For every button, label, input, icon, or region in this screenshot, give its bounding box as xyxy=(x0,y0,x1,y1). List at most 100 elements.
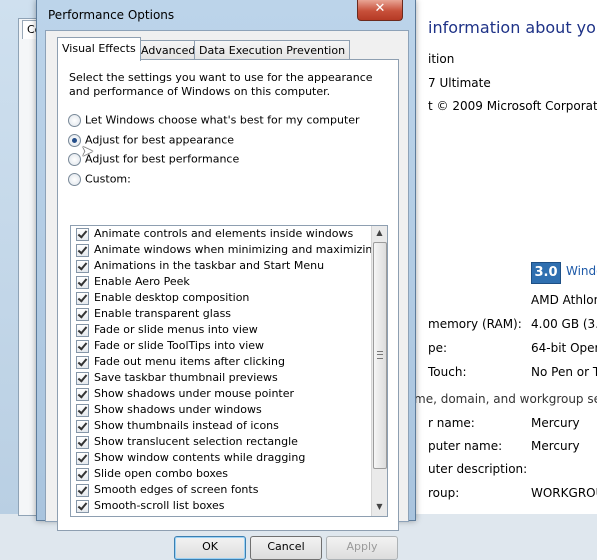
experience-index-link[interactable]: Windo xyxy=(566,264,597,278)
system-row-label: Touch: xyxy=(428,365,467,379)
effect-checkbox[interactable] xyxy=(76,435,89,449)
effect-checkbox[interactable] xyxy=(76,339,89,353)
effect-label: Animations in the taskbar and Start Menu xyxy=(94,259,325,272)
effect-list-item[interactable]: Show window contents while dragging xyxy=(71,450,387,466)
visual-effects-panel: Select the settings you want to use for … xyxy=(57,59,399,531)
scrollbar-thumb[interactable] xyxy=(373,242,387,469)
effect-label: Fade out menu items after clicking xyxy=(94,355,285,368)
effect-checkbox[interactable] xyxy=(76,451,89,465)
effect-list-item[interactable]: Animations in the taskbar and Start Menu xyxy=(71,258,387,274)
mouse-pointer-icon: ➤ xyxy=(81,142,94,160)
effect-checkbox[interactable] xyxy=(76,307,89,321)
effect-checkbox[interactable] xyxy=(76,419,89,433)
system-row-value: No Pen or To xyxy=(531,365,597,379)
effect-list-item[interactable]: Fade or slide ToolTips into view xyxy=(71,338,387,354)
system-row-value: AMD Athlon xyxy=(531,293,597,307)
effect-label: Enable Aero Peek xyxy=(94,275,190,288)
effect-list-item[interactable]: Animate controls and elements inside win… xyxy=(71,226,387,242)
effect-label: Enable desktop composition xyxy=(94,291,250,304)
system-info-heading: information about your xyxy=(428,18,597,37)
effect-list-item[interactable]: Smooth-scroll list boxes xyxy=(71,498,387,514)
effect-checkbox[interactable] xyxy=(76,243,89,257)
system-row-label: memory (RAM): xyxy=(428,317,522,331)
radio-button-selected[interactable] xyxy=(68,133,81,147)
effect-label: Smooth edges of screen fonts xyxy=(94,483,259,496)
radio-custom[interactable]: Custom: xyxy=(68,172,131,188)
radio-label: Custom: xyxy=(85,172,131,186)
radio-label: Adjust for best performance xyxy=(85,152,240,166)
effect-label: Show shadows under mouse pointer xyxy=(94,387,295,400)
experience-index-score[interactable]: 3.0 xyxy=(531,262,561,284)
effect-checkbox[interactable] xyxy=(76,483,89,497)
performance-options-dialog: Performance Options ✕ Visual Effects Adv… xyxy=(36,0,416,560)
effect-checkbox[interactable] xyxy=(76,387,89,401)
dialog-client-area: Visual Effects Advanced Data Execution P… xyxy=(45,30,409,560)
effect-list-item[interactable]: Show translucent selection rectangle xyxy=(71,434,387,450)
effect-checkbox[interactable] xyxy=(76,403,89,417)
effect-checkbox[interactable] xyxy=(76,259,89,273)
radio-label: Adjust for best appearance xyxy=(85,133,235,147)
effect-label: Animate windows when minimizing and maxi… xyxy=(94,243,380,256)
effect-checkbox[interactable] xyxy=(76,227,89,241)
computer-name-row-label: roup: xyxy=(428,486,460,500)
system-info-line: t © 2009 Microsoft Corporation xyxy=(428,99,597,113)
scroll-up-arrow-icon[interactable]: ▲ xyxy=(375,228,384,238)
effect-label: Slide open combo boxes xyxy=(94,467,229,480)
computer-name-row-value: Mercury xyxy=(531,416,580,430)
effect-checkbox[interactable] xyxy=(76,275,89,289)
grip-icon xyxy=(377,351,383,359)
list-scrollbar[interactable]: ▲ ▼ xyxy=(371,226,387,516)
effect-list-item[interactable]: Slide open combo boxes xyxy=(71,466,387,482)
effect-list-item[interactable]: Show thumbnails instead of icons xyxy=(71,418,387,434)
radio-let-windows-choose[interactable]: Let Windows choose what's best for my co… xyxy=(68,113,360,129)
effect-list-item[interactable]: Show shadows under mouse pointer xyxy=(71,386,387,402)
effect-label: Fade or slide ToolTips into view xyxy=(94,339,265,352)
visual-effects-list[interactable]: Animate controls and elements inside win… xyxy=(70,225,388,517)
system-info-panel: information about your ition 7 Ultimate t … xyxy=(410,0,597,514)
dialog-title: Performance Options xyxy=(48,8,175,22)
effect-list-item[interactable]: Show shadows under windows xyxy=(71,402,387,418)
system-info-line: ition xyxy=(428,52,455,66)
title-bar[interactable]: Performance Options ✕ xyxy=(37,0,415,30)
system-row-value: 4.00 GB (3.87 xyxy=(531,317,597,331)
effect-label: Animate controls and elements inside win… xyxy=(94,227,354,240)
tab-data-execution-prevention[interactable]: Data Execution Prevention xyxy=(194,40,351,60)
effect-list-item[interactable]: Enable Aero Peek xyxy=(71,274,387,290)
effect-list-item[interactable]: Save taskbar thumbnail previews xyxy=(71,370,387,386)
effect-checkbox[interactable] xyxy=(76,323,89,337)
effect-checkbox[interactable] xyxy=(76,291,89,305)
computer-name-section-heading: me, domain, and workgroup setti xyxy=(414,392,597,406)
effect-label: Show window contents while dragging xyxy=(94,451,306,464)
computer-name-row-label: r name: xyxy=(428,416,475,430)
effect-list-item[interactable]: Smooth edges of screen fonts xyxy=(71,482,387,498)
effect-list-item[interactable]: Enable desktop composition xyxy=(71,290,387,306)
close-button[interactable]: ✕ xyxy=(357,0,403,21)
effect-list-item[interactable]: Enable transparent glass xyxy=(71,306,387,322)
tab-advanced[interactable]: Advanced xyxy=(136,40,201,60)
effect-checkbox[interactable] xyxy=(76,467,89,481)
effect-label: Save taskbar thumbnail previews xyxy=(94,371,278,384)
effect-checkbox[interactable] xyxy=(76,499,89,513)
ok-button[interactable]: OK xyxy=(174,536,246,560)
effect-list-item[interactable]: Animate windows when minimizing and maxi… xyxy=(71,242,387,258)
radio-button[interactable] xyxy=(68,113,81,127)
scroll-down-arrow-icon[interactable]: ▼ xyxy=(375,502,384,512)
system-row-value: 64-bit Operat xyxy=(531,341,597,355)
system-info-line: 7 Ultimate xyxy=(428,76,491,90)
effect-list-item[interactable]: Fade or slide menus into view xyxy=(71,322,387,338)
apply-button[interactable]: Apply xyxy=(326,536,398,560)
effect-label: Show thumbnails instead of icons xyxy=(94,419,279,432)
radio-button[interactable] xyxy=(68,172,81,186)
effect-label: Smooth-scroll list boxes xyxy=(94,499,225,512)
settings-description: Select the settings you want to use for … xyxy=(69,71,373,98)
effect-label: Show shadows under windows xyxy=(94,403,262,416)
radio-button[interactable] xyxy=(68,152,81,166)
effect-checkbox[interactable] xyxy=(76,355,89,369)
system-row-label: pe: xyxy=(428,341,448,355)
effect-checkbox[interactable] xyxy=(76,371,89,385)
radio-label: Let Windows choose what's best for my co… xyxy=(85,113,360,127)
tab-visual-effects[interactable]: Visual Effects xyxy=(57,37,141,61)
cancel-button[interactable]: Cancel xyxy=(250,536,322,560)
effect-list-item[interactable]: Fade out menu items after clicking xyxy=(71,354,387,370)
effect-label: Fade or slide menus into view xyxy=(94,323,258,336)
